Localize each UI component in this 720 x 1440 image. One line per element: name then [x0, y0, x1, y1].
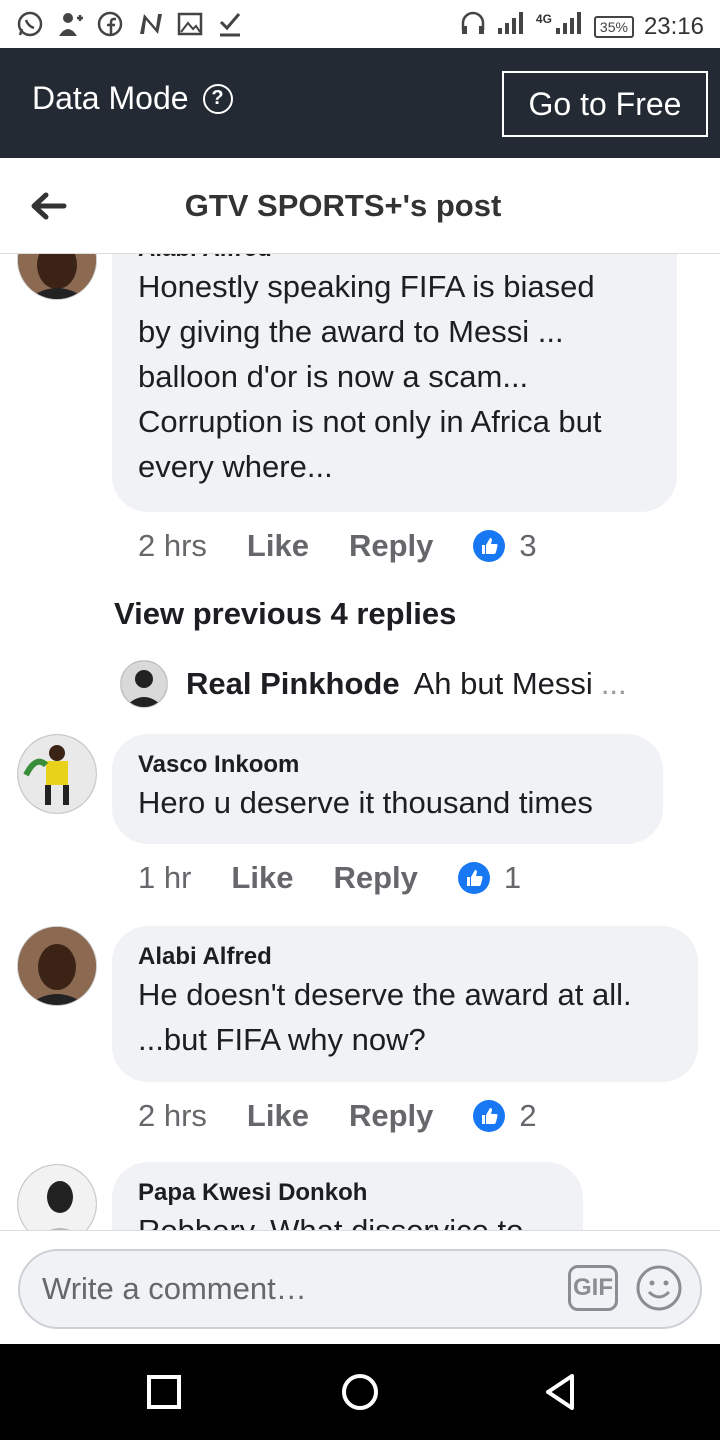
comment-line: every where...	[138, 449, 333, 484]
reaction-count[interactable]: 2	[519, 1098, 536, 1134]
comment-bubble[interactable]: Papa Kwesi Donkoh Robbery. What disservi…	[112, 1162, 583, 1230]
help-icon[interactable]: ?	[202, 83, 233, 114]
reply-button[interactable]: Reply	[349, 528, 433, 564]
reply-author[interactable]: Real Pinkhode	[186, 666, 400, 702]
comment-line: balloon d'or is now a scam...	[138, 359, 529, 394]
comment-author[interactable]: Alabi Alfred	[138, 942, 672, 972]
whatsapp-icon	[16, 10, 44, 38]
status-bar: 4G 35% 23:16	[0, 0, 720, 48]
avatar[interactable]	[17, 734, 97, 814]
signal-icon	[496, 10, 526, 43]
comment-text: Hero u deserve it thousand times	[138, 780, 637, 825]
avatar[interactable]	[17, 1164, 97, 1230]
view-previous-replies-link[interactable]: View previous 4 replies	[114, 596, 456, 632]
avatar[interactable]	[120, 660, 168, 708]
comment-composer: Write a comment… GIF	[0, 1230, 720, 1344]
like-button[interactable]: Like	[247, 1098, 309, 1134]
data-mode-title: Data Mode ?	[32, 80, 233, 117]
image-icon	[176, 10, 204, 38]
reaction-count[interactable]: 1	[504, 860, 521, 896]
comment-line: Robbery. What disservice to	[138, 1208, 557, 1230]
comment-actions: 2 hrs Like Reply 2	[138, 1098, 537, 1134]
thumbs-up-icon	[457, 862, 490, 894]
comment-actions: 2 hrs Like Reply 3	[138, 528, 537, 564]
reply-preview[interactable]: Real Pinkhode Ah but Messi ...	[120, 660, 627, 708]
battery-indicator: 35%	[593, 15, 634, 38]
recents-square-icon[interactable]	[144, 1372, 184, 1412]
comment-line: by giving the award to Messi ...	[138, 314, 564, 349]
comment-line: ...but FIFA why now?	[138, 1022, 426, 1057]
emoji-icon[interactable]	[634, 1263, 684, 1313]
reply-button[interactable]: Reply	[349, 1098, 433, 1134]
avatar[interactable]	[17, 926, 97, 1006]
reply-button[interactable]: Reply	[333, 860, 417, 896]
gif-button[interactable]: GIF	[568, 1265, 618, 1311]
headset-icon	[460, 10, 486, 43]
n-app-icon	[136, 10, 164, 38]
reaction-count[interactable]: 3	[519, 528, 536, 564]
comment-author[interactable]: Vasco Inkoom	[138, 750, 637, 780]
facebook-icon	[96, 10, 124, 38]
comment-timestamp[interactable]: 2 hrs	[138, 1098, 207, 1134]
comment-line: Hero u deserve it thousand times	[138, 785, 593, 820]
thumbs-up-icon	[473, 530, 506, 562]
clock: 23:16	[643, 12, 704, 40]
post-header: GTV SPORTS+'s post	[0, 158, 720, 254]
network-type: 4G	[535, 11, 552, 26]
comment-timestamp[interactable]: 1 hr	[138, 860, 191, 896]
data-mode-label: Data Mode	[32, 80, 189, 116]
comment-bubble[interactable]: Alabi Alfred He doesn't deserve the awar…	[112, 926, 698, 1082]
comment-placeholder[interactable]: Write a comment…	[42, 1271, 307, 1307]
comment-text: He doesn't deserve the award at all. ...…	[138, 972, 672, 1062]
comment-text: Honestly speaking FIFA is biased by givi…	[138, 264, 651, 489]
reply-text: Ah but Messi	[413, 666, 593, 701]
download-check-icon	[216, 10, 244, 38]
signal-4g-icon	[554, 10, 584, 43]
comment-bubble[interactable]: Alabi Alfred Honestly speaking FIFA is b…	[112, 254, 677, 512]
comment-input[interactable]: Write a comment… GIF	[18, 1249, 702, 1329]
comment-timestamp[interactable]: 2 hrs	[138, 528, 207, 564]
back-triangle-icon[interactable]	[540, 1372, 580, 1412]
page-title: GTV SPORTS+'s post	[184, 188, 502, 223]
comment-line: He doesn't deserve the award at all.	[138, 977, 632, 1012]
comment-line: Corruption is not only in Africa but	[138, 404, 602, 439]
like-button[interactable]: Like	[231, 860, 293, 896]
home-circle-icon[interactable]	[340, 1372, 380, 1412]
comment-line: Honestly speaking FIFA is biased	[138, 269, 595, 304]
comment-feed[interactable]: Alabi Alfred Honestly speaking FIFA is b…	[0, 254, 720, 1230]
add-contact-icon	[56, 10, 84, 38]
comment-text: Robbery. What disservice to	[138, 1208, 557, 1230]
data-mode-bar: Data Mode ? Go to Free	[0, 48, 720, 158]
like-button[interactable]: Like	[247, 528, 309, 564]
comment-author[interactable]: Papa Kwesi Donkoh	[138, 1178, 557, 1208]
comment-author[interactable]: Alabi Alfred	[138, 254, 651, 264]
avatar[interactable]	[17, 254, 97, 300]
go-to-free-button[interactable]: Go to Free	[502, 71, 708, 137]
comment-bubble[interactable]: Vasco Inkoom Hero u deserve it thousand …	[112, 734, 663, 844]
thumbs-up-icon	[473, 1100, 506, 1132]
reply-ellipsis: ...	[600, 666, 627, 701]
android-nav-bar	[0, 1344, 720, 1440]
comment-actions: 1 hr Like Reply 1	[138, 860, 521, 896]
